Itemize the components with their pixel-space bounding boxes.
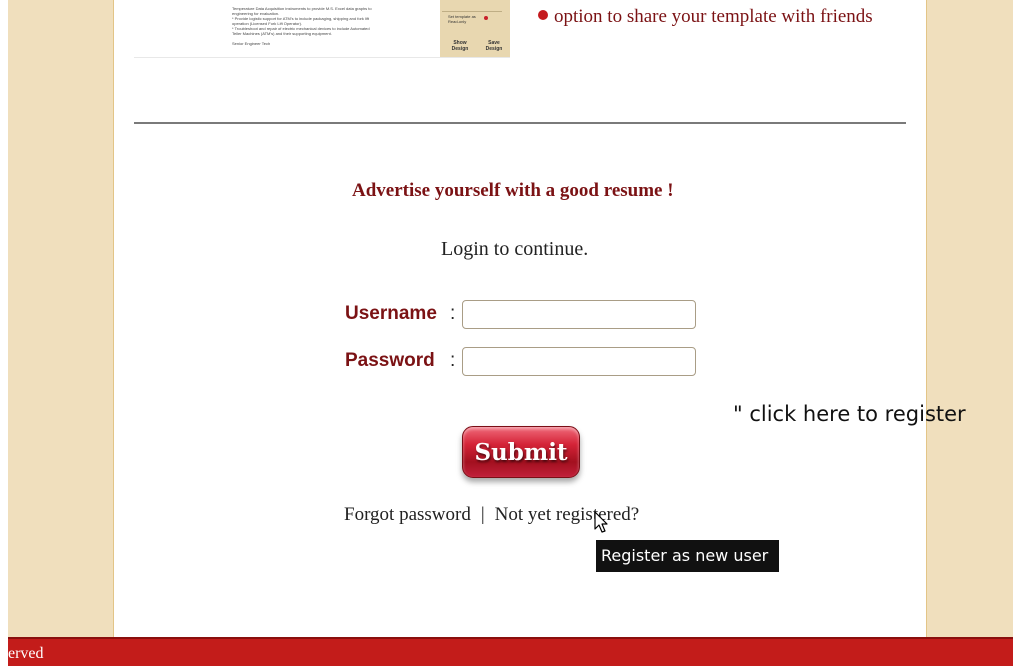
submit-button[interactable]: Submit (462, 426, 580, 478)
register-tooltip: Register as new user (596, 540, 779, 572)
right-sidebar-background (926, 0, 1013, 638)
preview-readonly-option: Set template as Read-only (448, 14, 476, 24)
bullet-icon (538, 10, 548, 20)
page-edge (0, 0, 8, 666)
register-link[interactable]: Not yet registered? (495, 504, 640, 525)
link-separator: | (480, 504, 485, 525)
login-prompt: Login to continue. (441, 238, 589, 260)
username-label: Username (345, 303, 437, 324)
click-here-to-register-link[interactable]: " click here to register (733, 402, 966, 426)
feature-text: option to share your template with frien… (554, 6, 873, 27)
password-colon: : (450, 350, 456, 371)
preview-show-design: Show Design (451, 40, 469, 52)
password-input[interactable] (462, 347, 696, 376)
footer-bar: erved (8, 637, 1013, 666)
mouse-pointer-icon (594, 511, 608, 533)
preview-side-panel: Set template as Read-only Show Design Sa… (440, 0, 510, 57)
template-preview-image: Temperature Data Acquisition instruments… (134, 0, 510, 58)
footer-copyright-text: erved (8, 645, 44, 662)
password-label: Password (345, 350, 435, 371)
username-colon: : (450, 303, 456, 324)
horizontal-divider (134, 122, 906, 124)
preview-radio-icon (484, 16, 488, 20)
page-headline: Advertise yourself with a good resume ! (352, 180, 674, 201)
forgot-password-link[interactable]: Forgot password (344, 504, 471, 525)
feature-bullet-item: option to share your template with frien… (538, 6, 873, 28)
preview-resume-text: Temperature Data Acquisition instruments… (232, 6, 372, 46)
preview-save-design: Save Design (485, 40, 503, 52)
left-sidebar-background (8, 0, 114, 638)
username-input[interactable] (462, 300, 696, 329)
